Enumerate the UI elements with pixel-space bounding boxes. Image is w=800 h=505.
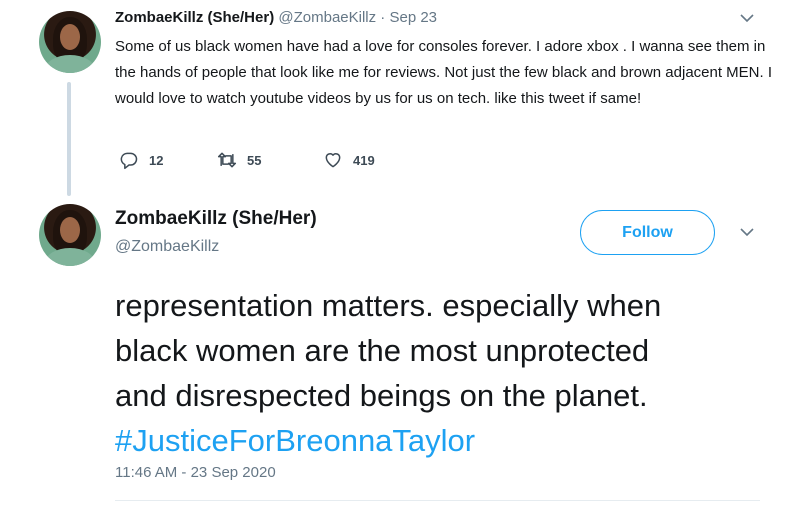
follow-button[interactable]: Follow: [580, 210, 715, 255]
tweet-text: representation matters. especially when …: [115, 283, 775, 463]
like-icon: [325, 153, 341, 168]
author-name[interactable]: ZombaeKillz (She/Her): [115, 9, 274, 26]
tweet-date[interactable]: Sep 23: [389, 9, 437, 26]
avatar[interactable]: [39, 11, 101, 73]
parent-tweet[interactable]: ZombaeKillz (She/Her) @ZombaeKillz · Sep…: [0, 0, 800, 200]
retweet-icon: [217, 152, 237, 168]
like-count: 419: [353, 152, 375, 168]
tweet-text-line: representation matters. especially when: [115, 288, 662, 323]
author-name[interactable]: ZombaeKillz (She/Her): [115, 208, 317, 230]
hashtag-link[interactable]: #JusticeForBreonnaTaylor: [115, 418, 775, 463]
retweet-count: 55: [247, 152, 262, 168]
tweet-header: ZombaeKillz (She/Her) @ZombaeKillz · Sep…: [115, 9, 437, 26]
divider: [115, 500, 760, 501]
author-handle[interactable]: @ZombaeKillz: [115, 238, 219, 256]
avatar[interactable]: [39, 204, 101, 266]
tweet-text-line: black women are the most unprotected: [115, 333, 650, 368]
chevron-down-icon[interactable]: [740, 10, 754, 26]
meta-separator: ·: [376, 9, 390, 26]
reply-icon: [120, 152, 138, 170]
reply-count: 12: [149, 152, 164, 168]
like-button[interactable]: 419: [323, 150, 375, 170]
tweet-text: Some of us black women have had a love f…: [115, 38, 773, 107]
author-handle[interactable]: @ZombaeKillz: [278, 9, 376, 26]
tweet-text-line: and disrespected beings on the planet.: [115, 378, 648, 413]
retweet-button[interactable]: 55: [217, 150, 261, 170]
tweet-timestamp[interactable]: 11:46 AM - 23 Sep 2020: [115, 464, 276, 481]
thread-connector-line: [67, 82, 71, 196]
reply-button[interactable]: 12: [119, 150, 163, 170]
chevron-down-icon[interactable]: [740, 224, 754, 240]
